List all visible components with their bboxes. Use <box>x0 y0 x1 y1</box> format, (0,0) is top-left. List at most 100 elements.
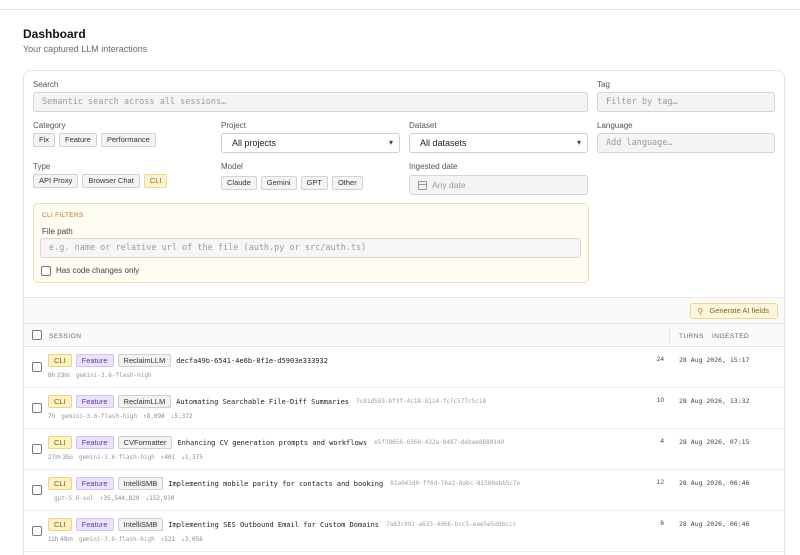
category-badge: Feature <box>75 354 114 367</box>
model-chip-gpt[interactable]: GPT <box>300 176 328 190</box>
type-chips: API Proxy Browser Chat CLI <box>33 174 168 188</box>
session-title[interactable]: Implementing SES Outbound Email for Cust… <box>168 521 379 529</box>
column-ingested[interactable]: INGESTED <box>712 333 749 340</box>
row-checkbox[interactable] <box>32 526 42 536</box>
category-badge: Feature <box>75 436 114 449</box>
table-row[interactable]: CLI Feature IntelliSMB Implementing SES Out… <box>24 511 784 552</box>
row-checkbox[interactable] <box>32 403 42 413</box>
type-badge: CLI <box>48 436 72 449</box>
tokens-out: ↓1,375 <box>181 454 203 461</box>
session-duration: 7h <box>48 413 56 420</box>
table-row[interactable]: CLI Feature ReclaimLLM Automating Searchabl… <box>24 388 784 429</box>
row-meta: gpt-5.6-sol ↑35,544,820 ↓152,930 <box>48 495 174 502</box>
file-path-input[interactable]: e.g. name or relative url of the file (a… <box>40 238 581 258</box>
code-changes-checkbox[interactable] <box>41 266 51 276</box>
category-chips: Fix Feature Performance <box>33 133 156 147</box>
session-title[interactable]: Enhancing CV generation prompts and work… <box>177 439 367 447</box>
type-chip-browser-chat[interactable]: Browser Chat <box>82 174 140 188</box>
table-row[interactable]: CLI Feature CVFormatter Enhancing CV genera… <box>24 429 784 470</box>
tag-label: Tag <box>597 80 610 89</box>
column-session[interactable]: SESSION <box>49 333 81 340</box>
category-chip-feature[interactable]: Feature <box>59 133 97 147</box>
turns-count: 24 <box>656 356 664 363</box>
turns-count: 12 <box>656 479 664 486</box>
cli-filters-title: CLI FILTERS <box>42 212 84 219</box>
type-badge: CLI <box>48 518 72 531</box>
row-meta: 7h gemini-3.6-flash-high ↑8,098 ↓5,372 <box>48 413 192 420</box>
model-chip-claude[interactable]: Claude <box>221 176 257 190</box>
session-model: gemini-3.6-flash-high <box>75 372 152 379</box>
project-badge: IntelliSMB <box>117 477 164 490</box>
turns-count: 10 <box>656 397 664 404</box>
model-chip-gemini[interactable]: Gemini <box>260 176 297 190</box>
model-label: Model <box>221 162 243 171</box>
tokens-in: ↑521 <box>160 536 176 543</box>
filters-section: Search Semantic search across all sessio… <box>24 71 784 297</box>
row-checkbox[interactable] <box>32 485 42 495</box>
session-model: gemini-3.6-flash-high <box>61 413 138 420</box>
ingested-date: 28 Aug 2026, 15:17 <box>679 356 750 364</box>
calendar-icon <box>418 181 427 190</box>
session-model: gemini-3.6-flash-high <box>78 454 155 461</box>
tokens-in: ↑401 <box>160 454 176 461</box>
column-turns[interactable]: TURNS <box>679 333 704 340</box>
table-row[interactable]: CLI Feature IntelliSMB Implementing mobile … <box>24 470 784 511</box>
model-chips: Claude Gemini GPT Other <box>221 176 363 190</box>
type-badge: CLI <box>48 477 72 490</box>
tokens-out: ↓5,372 <box>170 413 193 420</box>
select-all-checkbox[interactable] <box>32 330 42 340</box>
ingested-date-label: Ingested date <box>409 162 458 171</box>
search-input[interactable]: Semantic search across all sessions… <box>33 92 588 112</box>
type-chip-api-proxy[interactable]: API Proxy <box>33 174 79 188</box>
category-chip-performance[interactable]: Performance <box>100 133 156 147</box>
generate-ai-fields-button[interactable]: ⚲ Generate AI fields <box>690 303 778 319</box>
project-select-value: All projects <box>232 138 277 148</box>
project-select[interactable]: All projects ▾ <box>221 133 400 153</box>
chevron-down-icon: ▾ <box>576 138 581 147</box>
type-chip-cli[interactable]: CLI <box>143 174 168 188</box>
dataset-select[interactable]: All datasets ▾ <box>409 133 588 153</box>
ingested-date-placeholder: Any date <box>432 180 466 190</box>
project-badge: ReclaimLLM <box>117 354 172 367</box>
type-badge: CLI <box>48 354 72 367</box>
page-title: Dashboard <box>23 27 86 41</box>
session-model: gpt-5.6-sol <box>54 495 94 502</box>
category-badge: Feature <box>75 477 114 490</box>
session-duration: 27m 35s <box>48 454 73 461</box>
code-changes-label: Has code changes only <box>56 266 140 275</box>
row-meta: 6h 23m gemini-3.6-flash-high <box>48 372 164 379</box>
category-label: Category <box>33 121 66 130</box>
model-chip-other[interactable]: Other <box>331 176 363 190</box>
ingested-date: 28 Aug 2026, 07:15 <box>679 438 750 446</box>
top-bar <box>0 0 800 10</box>
category-badge: Feature <box>75 395 114 408</box>
column-divider <box>669 328 670 344</box>
row-checkbox[interactable] <box>32 362 42 372</box>
session-title[interactable]: Automating Searchable File-Diff Summarie… <box>176 398 349 406</box>
magic-wand-icon: ⚲ <box>697 307 704 316</box>
dataset-select-value: All datasets <box>420 138 467 148</box>
language-label: Language <box>597 121 633 130</box>
session-id: 7a83c092-a633-4d66-bcc5-eae5e5dd6ccc <box>386 521 517 528</box>
ingested-date-input[interactable]: Any date <box>409 175 588 195</box>
session-id: 7c81d583-bf3f-4c18-8114-fc7c577c5c18 <box>356 398 487 405</box>
language-input[interactable]: Add language… <box>597 133 775 153</box>
session-duration: 6h 23m <box>48 372 70 379</box>
tag-input[interactable]: Filter by tag… <box>597 92 775 112</box>
table-header: SESSION TURNS INGESTED <box>24 323 784 347</box>
tokens-in: ↑35,544,820 <box>99 495 140 502</box>
row-checkbox[interactable] <box>32 444 42 454</box>
row-tags: CLI Feature ReclaimLLM decfa49b-6541-4e6b-8… <box>48 354 335 367</box>
session-title[interactable]: decfa49b-6541-4e6b-8f1e-d5903e333932 <box>176 357 328 365</box>
sessions-panel: Search Semantic search across all sessio… <box>23 70 785 555</box>
turns-count: 6 <box>660 520 664 527</box>
dataset-label: Dataset <box>409 121 437 130</box>
type-badge: CLI <box>48 395 72 408</box>
category-badge: Feature <box>75 518 114 531</box>
session-title[interactable]: Implementing mobile parity for contacts … <box>168 480 383 488</box>
table-row[interactable]: CLI Feature ReclaimLLM decfa49b-6541-4e6b-8… <box>24 347 784 388</box>
row-tags: CLI Feature ReclaimLLM Automating Searchabl… <box>48 395 486 408</box>
chevron-down-icon: ▾ <box>388 138 393 147</box>
row-meta: 11h 49m gemini-3.6-flash-high ↑521 ↓3,056 <box>48 536 203 543</box>
category-chip-fix[interactable]: Fix <box>33 133 55 147</box>
